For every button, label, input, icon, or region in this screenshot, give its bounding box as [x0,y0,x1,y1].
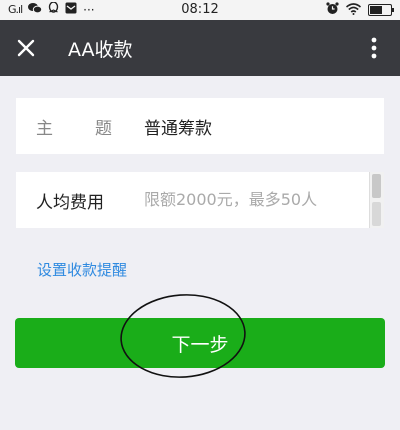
next-button[interactable]: 下一步 [15,318,385,368]
amount-row: 人均费用 [16,172,384,228]
set-reminder-link[interactable]: 设置收款提醒 [37,259,127,280]
close-button[interactable] [12,34,40,62]
more-vertical-icon [371,37,377,59]
subject-label: 主题 [36,114,112,139]
subject-label-char-1: 主 [36,119,53,139]
amount-input[interactable] [141,182,379,216]
battery-icon [368,4,394,16]
page-title: AA收款 [68,39,133,61]
status-right [326,2,394,18]
amount-label: 人均费用 [36,193,104,213]
amount-scrollbar[interactable] [369,172,384,228]
subject-row[interactable]: 主题 普通筹款 [16,98,384,154]
alarm-icon [326,2,339,18]
title-bar: AA收款 [0,20,400,76]
subject-label-char-2: 题 [95,119,112,139]
status-bar: G.ıl ··· 08:12 [0,0,400,20]
close-icon [17,39,35,57]
more-options-button[interactable] [362,34,386,62]
subject-value[interactable]: 普通筹款 [144,114,212,139]
scrollbar-track-segment [372,202,381,226]
scrollbar-thumb[interactable] [372,174,381,198]
wifi-icon [345,2,362,18]
